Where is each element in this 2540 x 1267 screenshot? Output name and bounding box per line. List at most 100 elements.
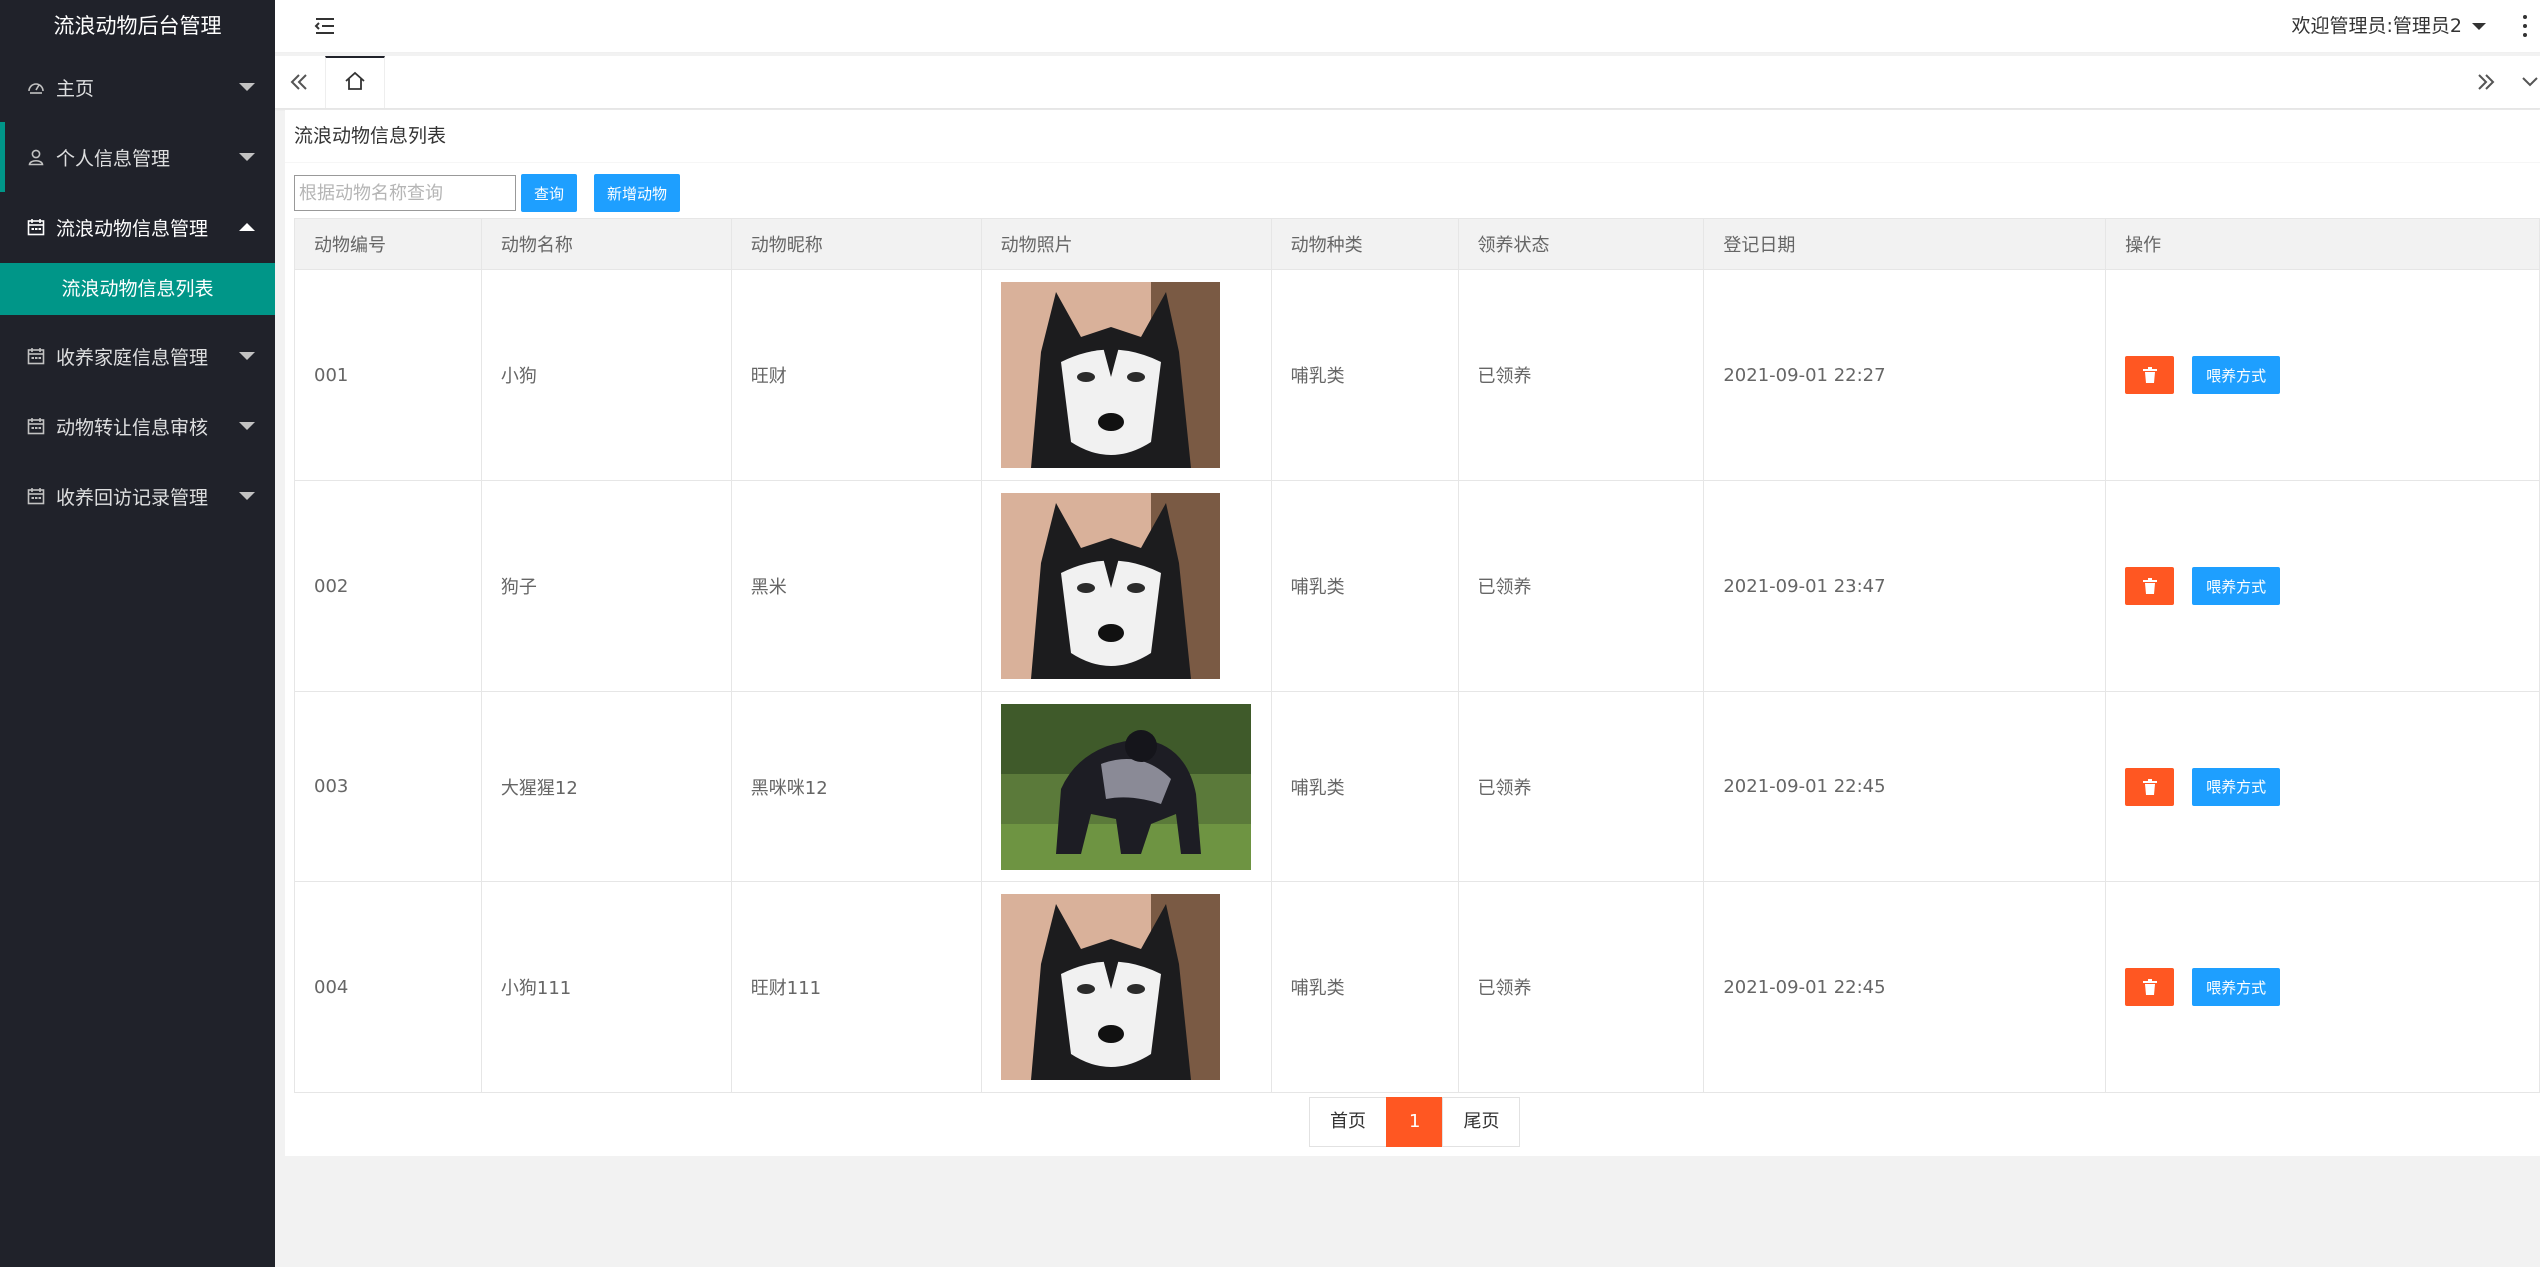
chevron-down-icon	[239, 422, 255, 430]
register-date: 2021-09-01 22:45	[1703, 691, 2107, 882]
sidebar-item-home[interactable]: 主页	[0, 52, 275, 122]
dashboard-icon	[26, 77, 46, 97]
sidebar-item-label: 收养家庭信息管理	[56, 346, 209, 369]
animal-nickname: 黑米	[730, 480, 982, 692]
animal-kind: 哺乳类	[1270, 480, 1459, 692]
animal-name: 小狗	[480, 269, 732, 481]
animal-kind: 哺乳类	[1270, 881, 1459, 1093]
search-toolbar: 查询 新增动物	[294, 174, 681, 212]
sidebar-item-visit-records[interactable]: 收养回访记录管理	[0, 461, 275, 531]
sidebar-item-label: 主页	[56, 77, 95, 100]
last-page-link[interactable]: 尾页	[1442, 1097, 1521, 1147]
table-row: 002 狗子 黑米 哺乳类 已领养 2021-09-01 23:47 喂养方式	[294, 480, 2540, 692]
gorilla-photo	[1000, 703, 1251, 870]
add-animal-button[interactable]: 新增动物	[594, 174, 681, 212]
sidebar-subitem-animal-list[interactable]: 流浪动物信息列表	[0, 263, 275, 315]
column-header: 动物照片	[980, 218, 1272, 270]
tab-home[interactable]	[325, 56, 385, 108]
column-header: 操作	[2105, 218, 2540, 270]
sidebar-item-transfer-review[interactable]: 动物转让信息审核	[0, 391, 275, 461]
column-header: 领养状态	[1457, 218, 1705, 270]
chevron-down-icon[interactable]	[2506, 56, 2540, 108]
trash-icon	[2142, 778, 2157, 795]
sidebar-item-animal-info[interactable]: 流浪动物信息管理	[0, 192, 275, 262]
table-row: 001 小狗 旺财 哺乳类 已领养 2021-09-01 22:27 喂养方式	[294, 269, 2540, 481]
delete-button[interactable]	[2125, 567, 2175, 605]
register-date: 2021-09-01 22:45	[1703, 881, 2107, 1093]
sidebar-item-label: 流浪动物信息管理	[56, 217, 209, 240]
sidebar-item-adopter-family[interactable]: 收养家庭信息管理	[0, 321, 275, 391]
animal-nickname: 黑咪咪12	[730, 691, 982, 882]
adopt-status: 已领养	[1457, 881, 1705, 1093]
husky-photo	[1000, 493, 1220, 679]
first-page-link[interactable]: 首页	[1309, 1097, 1387, 1147]
animal-kind: 哺乳类	[1270, 269, 1459, 481]
delete-button[interactable]	[2125, 968, 2175, 1006]
animal-nickname: 旺财111	[730, 881, 982, 1093]
animal-name: 狗子	[480, 480, 732, 692]
animal-id: 002	[294, 480, 482, 692]
animal-photo-cell	[980, 480, 1272, 692]
chevron-down-icon	[239, 492, 255, 500]
calendar-icon	[26, 416, 46, 436]
animal-photo-cell	[980, 691, 1272, 882]
action-cell: 喂养方式	[2105, 691, 2540, 882]
more-vertical-icon[interactable]	[2522, 15, 2528, 37]
animal-photo-cell	[980, 881, 1272, 1093]
sidebar-item-label: 动物转让信息审核	[56, 416, 209, 439]
action-cell: 喂养方式	[2105, 881, 2540, 1093]
sidebar-item-profile[interactable]: 个人信息管理	[0, 122, 275, 192]
scroll-right-icon[interactable]	[2462, 56, 2510, 108]
table-row: 004 小狗111 旺财111 哺乳类 已领养 2021-09-01 22:45…	[294, 881, 2540, 1093]
adopt-status: 已领养	[1457, 269, 1705, 481]
feeding-method-button[interactable]: 喂养方式	[2192, 968, 2281, 1006]
top-header: 欢迎管理员:管理员2	[275, 0, 2540, 53]
feeding-method-button[interactable]: 喂养方式	[2192, 767, 2281, 806]
animal-kind: 哺乳类	[1270, 691, 1459, 882]
menu-toggle-icon[interactable]	[313, 14, 337, 38]
action-cell: 喂养方式	[2105, 269, 2540, 481]
delete-button[interactable]	[2125, 356, 2175, 394]
chevron-down-icon	[239, 83, 255, 91]
user-menu[interactable]: 欢迎管理员:管理员2	[2291, 0, 2486, 52]
scroll-left-icon[interactable]	[275, 56, 323, 108]
register-date: 2021-09-01 23:47	[1703, 480, 2107, 692]
pagination: 首页 1 尾页	[1309, 1097, 1521, 1147]
animal-id: 003	[294, 691, 482, 882]
search-input[interactable]	[294, 175, 516, 211]
chevron-up-icon	[239, 223, 255, 231]
caret-down-icon	[2472, 22, 2486, 30]
column-header: 动物名称	[480, 218, 732, 270]
animal-photo-cell	[980, 269, 1272, 481]
column-header: 登记日期	[1703, 218, 2107, 270]
animal-name: 小狗111	[480, 881, 732, 1093]
animal-id: 001	[294, 269, 482, 481]
column-header: 动物种类	[1270, 218, 1459, 270]
delete-button[interactable]	[2125, 767, 2175, 806]
welcome-text: 欢迎管理员:管理员2	[2291, 15, 2463, 37]
page-title: 流浪动物信息列表	[285, 110, 2540, 163]
search-button[interactable]: 查询	[521, 174, 578, 212]
husky-photo	[1000, 282, 1220, 468]
animal-table: 动物编号 动物名称 动物昵称 动物照片 动物种类 领养状态 登记日期 操作 00…	[294, 218, 2540, 1093]
calendar-icon	[26, 346, 46, 366]
register-date: 2021-09-01 22:27	[1703, 269, 2107, 481]
feeding-method-button[interactable]: 喂养方式	[2192, 567, 2281, 605]
animal-id: 004	[294, 881, 482, 1093]
content-card: 流浪动物信息列表 查询 新增动物 动物编号 动物名称 动物昵称 动物照片 动物种…	[285, 110, 2540, 1156]
column-header: 动物编号	[294, 218, 482, 270]
table-row: 003 大猩猩12 黑咪咪12 哺乳类 已领养 2021-09-01 22:45	[294, 691, 2540, 882]
home-icon	[344, 70, 366, 96]
calendar-icon	[26, 217, 46, 237]
current-page[interactable]: 1	[1386, 1097, 1444, 1147]
action-cell: 喂养方式	[2105, 480, 2540, 692]
feeding-method-button[interactable]: 喂养方式	[2192, 356, 2281, 394]
sidebar-item-label: 个人信息管理	[56, 147, 171, 170]
animal-name: 大猩猩12	[480, 691, 732, 882]
animal-nickname: 旺财	[730, 269, 982, 481]
trash-icon	[2142, 979, 2157, 995]
calendar-icon	[26, 486, 46, 506]
sidebar: 流浪动物后台管理 主页 个人信息管理 流浪动物信息管理 流浪动物信息列表 收养家…	[0, 0, 275, 1267]
table-header-row: 动物编号 动物名称 动物昵称 动物照片 动物种类 领养状态 登记日期 操作	[294, 218, 2540, 270]
user-icon	[26, 147, 46, 167]
